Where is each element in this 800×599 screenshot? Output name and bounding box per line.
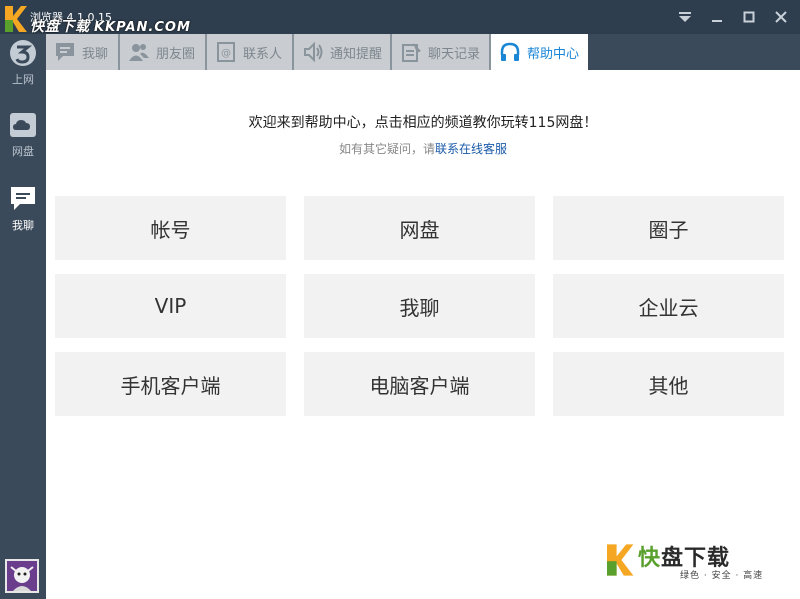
chat-icon xyxy=(11,187,35,210)
channel-pc-client-button[interactable]: 电脑客户端 xyxy=(304,352,535,416)
sidebar-item-label: 上网 xyxy=(12,73,34,86)
channel-enterprise-cloud-button[interactable]: 企业云 xyxy=(553,274,784,338)
window-controls xyxy=(674,6,792,28)
online-support-link[interactable]: 联系在线客服 xyxy=(435,142,507,156)
sidebar-item-label: 我聊 xyxy=(12,219,34,232)
welcome-message: 欢迎来到帮助中心，点击相应的频道教你玩转115网盘！ xyxy=(248,115,598,131)
watermark-text: 快盘下载 KKPAN.COM xyxy=(30,19,191,35)
channel-mobile-client-button[interactable]: 手机客户端 xyxy=(55,352,286,416)
friends-icon xyxy=(128,41,150,63)
maximize-button[interactable] xyxy=(738,6,760,28)
support-note: 如有其它疑问，请联系在线客服 xyxy=(46,140,800,157)
tab-contacts[interactable]: @ 联系人 xyxy=(207,34,294,70)
tab-label: 通知提醒 xyxy=(330,46,383,62)
channel-grid: 帐号 网盘 圈子 VIP 我聊 企业云 手机客户端 电脑客户端 其他 xyxy=(55,196,784,416)
history-icon xyxy=(400,41,422,63)
tab-chat[interactable]: 我聊 xyxy=(46,34,120,70)
headphones-icon xyxy=(499,41,521,63)
tab-label: 聊天记录 xyxy=(428,46,481,62)
help-center-panel: 欢迎来到帮助中心，点击相应的频道教你玩转115网盘！ 如有其它疑问，请联系在线客… xyxy=(46,70,800,599)
tab-bar: 我聊 朋友圈 @ 联系人 通知提醒 聊天记录 帮助中心 xyxy=(46,34,588,70)
avatar[interactable] xyxy=(5,559,39,593)
tab-moments[interactable]: 朋友圈 xyxy=(120,34,207,70)
tab-chat-history[interactable]: 聊天记录 xyxy=(392,34,491,70)
avatar-icon xyxy=(7,561,37,591)
tab-label: 帮助中心 xyxy=(527,46,580,62)
kkpan-logo-icon xyxy=(5,6,27,32)
channel-circle-button[interactable]: 圈子 xyxy=(553,196,784,260)
chat-bubble-icon xyxy=(54,41,76,63)
minimize-button[interactable] xyxy=(706,6,728,28)
support-note-text: 如有其它疑问，请 xyxy=(338,142,435,156)
speaker-icon xyxy=(302,41,324,63)
tab-label: 我聊 xyxy=(82,46,109,62)
cloud-icon xyxy=(10,113,36,137)
contacts-icon: @ xyxy=(215,41,237,63)
sidebar-item-label: 网盘 xyxy=(12,145,34,158)
menu-dropdown-icon xyxy=(679,12,691,22)
svg-text:@: @ xyxy=(221,48,231,59)
watermark-tagline: 绿色 · 安全 · 高速 xyxy=(680,571,764,581)
sidebar-item-disk[interactable]: 网盘 xyxy=(0,110,46,170)
left-sidebar: 上网 网盘 我聊 xyxy=(0,34,46,599)
kkpan-logo-icon xyxy=(607,544,634,576)
minimize-icon xyxy=(712,20,722,22)
tab-label: 朋友圈 xyxy=(156,46,196,62)
sidebar-item-browse[interactable]: 上网 xyxy=(0,38,46,98)
close-button[interactable] xyxy=(770,6,792,28)
channel-chat-button[interactable]: 我聊 xyxy=(304,274,535,338)
browser-icon xyxy=(10,40,36,66)
menu-dropdown-button[interactable] xyxy=(674,6,696,28)
tab-notifications[interactable]: 通知提醒 xyxy=(294,34,392,70)
bottom-watermark: 快盘下载 绿色 · 安全 · 高速 xyxy=(604,540,774,584)
tab-label: 联系人 xyxy=(243,46,283,62)
channel-disk-button[interactable]: 网盘 xyxy=(304,196,535,260)
title-bar: 浏览器 4.1.0.15 快盘下载 KKPAN.COM xyxy=(0,0,800,35)
maximize-icon xyxy=(743,11,755,23)
close-icon xyxy=(775,11,787,23)
channel-vip-button[interactable]: VIP xyxy=(55,274,286,338)
channel-other-button[interactable]: 其他 xyxy=(553,352,784,416)
channel-account-button[interactable]: 帐号 xyxy=(55,196,286,260)
sidebar-item-chat[interactable]: 我聊 xyxy=(0,184,46,244)
tab-help-center[interactable]: 帮助中心 xyxy=(491,34,588,70)
